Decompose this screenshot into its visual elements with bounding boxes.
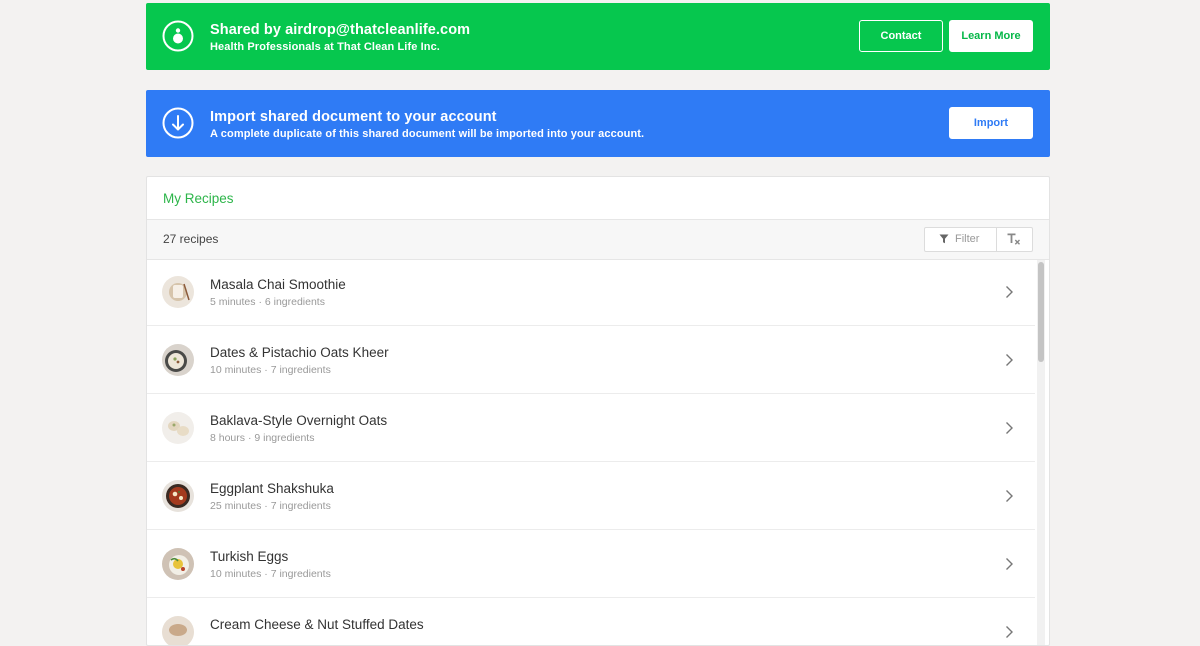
recipe-name: Eggplant Shakshuka [210,481,334,496]
recipe-thumbnail [162,276,194,308]
recipe-name: Baklava-Style Overnight Oats [210,413,388,428]
import-subtitle: A complete duplicate of this shared docu… [210,128,645,140]
download-icon [162,107,194,139]
recipes-panel: My Recipes 27 recipes Filter Masala Chai… [146,176,1050,646]
recipe-name: Cream Cheese & Nut Stuffed Dates [210,617,424,632]
recipe-meta: 10 minutes · 7 ingredients [210,364,331,376]
chevron-right-icon [1006,286,1013,298]
chevron-right-icon [1006,490,1013,502]
recipe-thumbnail [162,480,194,512]
recipe-row[interactable]: Turkish Eggs 10 minutes · 7 ingredients [147,530,1035,598]
recipe-row[interactable]: Eggplant Shakshuka 25 minutes · 7 ingred… [147,462,1035,530]
clear-filter-icon [1007,233,1020,245]
recipe-list: Masala Chai Smoothie 5 minutes · 6 ingre… [147,258,1035,645]
filter-icon [939,234,949,244]
import-title: Import shared document to your account [210,109,497,125]
recipe-meta: 10 minutes · 7 ingredients [210,568,331,580]
recipe-thumbnail [162,616,194,645]
shared-by-subtitle: Health Professionals at That Clean Life … [210,41,440,53]
recipe-count: 27 recipes [163,232,219,246]
filter-label: Filter [955,233,980,245]
recipe-row[interactable]: Dates & Pistachio Oats Kheer 10 minutes … [147,326,1035,394]
import-banner: Import shared document to your account A… [146,90,1050,157]
shared-by-title: Shared by airdrop@thatcleanlife.com [210,22,471,38]
recipe-list-scrollbar[interactable] [1037,260,1045,645]
recipe-row[interactable]: Baklava-Style Overnight Oats 8 hours · 9… [147,394,1035,462]
clear-filter-button[interactable] [996,228,1032,251]
recipe-thumbnail [162,412,194,444]
learn-more-button[interactable]: Learn More [949,20,1033,52]
recipe-meta: 8 hours · 9 ingredients [210,432,315,444]
recipe-meta: 5 minutes · 6 ingredients [210,296,325,308]
scrollbar-thumb[interactable] [1038,262,1044,362]
filter-button[interactable]: Filter [925,228,997,251]
chevron-right-icon [1006,354,1013,366]
contact-button[interactable]: Contact [859,20,943,52]
recipe-name: Dates & Pistachio Oats Kheer [210,345,389,360]
filter-group: Filter [924,227,1033,252]
recipe-meta: 25 minutes · 7 ingredients [210,500,331,512]
recipe-thumbnail [162,344,194,376]
recipe-row[interactable]: Cream Cheese & Nut Stuffed Dates [147,598,1035,645]
panel-title: My Recipes [163,191,234,206]
recipe-name: Masala Chai Smoothie [210,277,346,292]
recipes-toolbar: 27 recipes Filter [147,219,1049,260]
recipe-name: Turkish Eggs [210,549,289,564]
import-button[interactable]: Import [949,107,1033,139]
shared-by-banner: Shared by airdrop@thatcleanlife.com Heal… [146,3,1050,70]
chevron-right-icon [1006,626,1013,638]
chevron-right-icon [1006,422,1013,434]
chevron-right-icon [1006,558,1013,570]
recipe-thumbnail [162,548,194,580]
recipe-row[interactable]: Masala Chai Smoothie 5 minutes · 6 ingre… [147,258,1035,326]
that-clean-life-logo-icon [162,20,194,52]
